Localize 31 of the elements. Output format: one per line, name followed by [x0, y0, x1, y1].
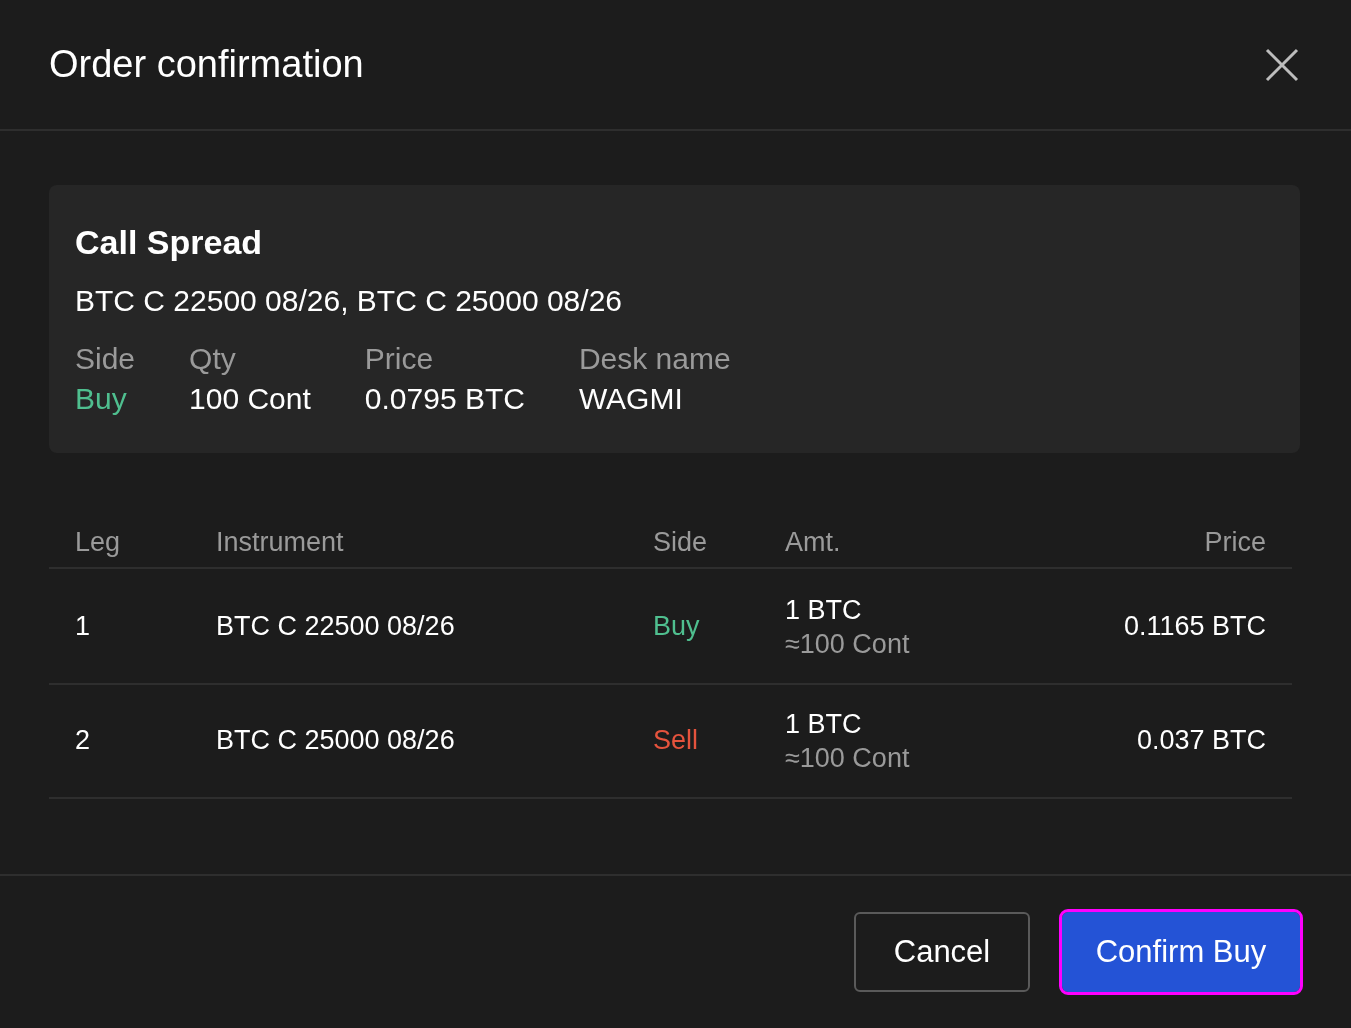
field-label: Side	[75, 340, 136, 377]
table-cell-text: 1 BTC	[785, 593, 863, 627]
table-cell: BTC C 25000 08/26	[216, 725, 455, 756]
dialog-title: Order confirmation	[49, 42, 364, 87]
field-value: WAGMI	[578, 380, 684, 417]
table-cell: Buy	[653, 611, 700, 642]
strategy-title: Call Spread	[75, 222, 264, 263]
table-cell: 1	[75, 611, 91, 642]
dialog-button[interactable]: Cancel	[854, 912, 1030, 992]
field-label: Qty	[189, 340, 237, 377]
table-cell: 0.037 BTC	[1136, 725, 1266, 756]
field-value: Buy	[75, 380, 128, 417]
table-cell-text: 1 BTC	[785, 707, 863, 741]
field-label: Desk name	[578, 340, 731, 377]
column-header: Amt.	[785, 527, 841, 558]
close-icon	[1265, 47, 1299, 82]
instrument-list: BTC C 22500 08/26, BTC C 25000 08/26	[75, 277, 1274, 323]
table-cell: 2	[75, 725, 91, 756]
column-header: Instrument	[216, 527, 344, 558]
column-header: Leg	[75, 527, 121, 558]
column-header: Side	[653, 527, 708, 558]
field-value: 100 Cont	[189, 380, 311, 417]
field-value: 0.0795 BTC	[364, 380, 525, 417]
dialog-button[interactable]: Confirm Buy	[1062, 912, 1300, 992]
table-cell: Sell	[653, 725, 699, 756]
table-cell-text: ≈100 Cont	[785, 627, 911, 661]
table-cell: BTC C 22500 08/26	[216, 611, 455, 642]
table-cell: 0.1165 BTC	[1123, 611, 1266, 642]
table-cell-text: ≈100 Cont	[785, 741, 911, 775]
column-header: Price	[1204, 527, 1266, 558]
field-label: Price	[364, 340, 435, 377]
